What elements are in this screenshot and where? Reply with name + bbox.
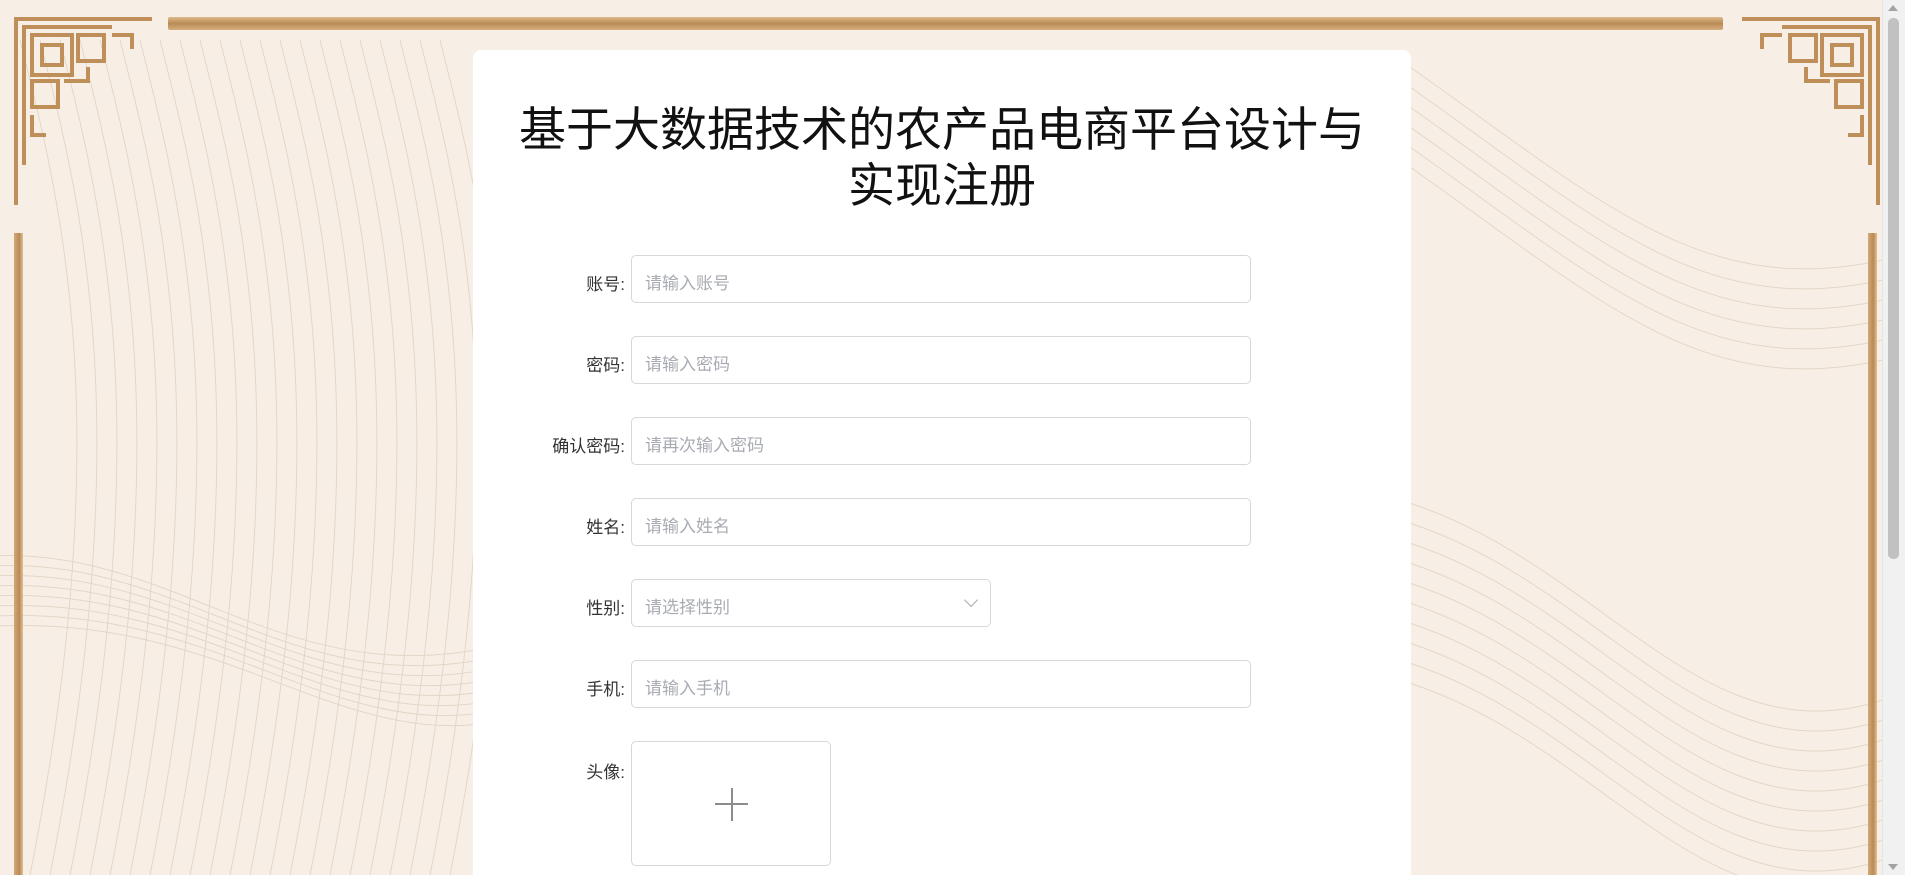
form-row-account: 账号: 请输入账号 bbox=[473, 255, 1411, 305]
avatar-label: 头像: bbox=[586, 763, 625, 782]
page-title: 基于大数据技术的农产品电商平台设计与实现注册 bbox=[519, 103, 1365, 212]
form-row-password: 密码: 请输入密码 bbox=[473, 336, 1411, 386]
name-placeholder: 请输入姓名 bbox=[645, 517, 730, 536]
confirm-password-label: 确认密码: bbox=[552, 437, 625, 456]
name-input[interactable]: 请输入姓名 bbox=[631, 498, 1251, 546]
form-row-avatar: 头像: bbox=[473, 741, 1411, 871]
plus-icon-vertical bbox=[730, 788, 733, 821]
chinese-fret-corner-icon bbox=[1742, 17, 1880, 205]
chinese-fret-corner-icon bbox=[14, 17, 152, 205]
password-input[interactable]: 请输入密码 bbox=[631, 336, 1251, 384]
decorative-top-border bbox=[168, 17, 1723, 30]
decorative-left-border bbox=[14, 233, 23, 875]
phone-placeholder: 请输入手机 bbox=[645, 679, 730, 698]
avatar-upload-button[interactable] bbox=[631, 741, 831, 866]
confirm-password-input[interactable]: 请再次输入密码 bbox=[631, 417, 1251, 465]
scroll-up-icon[interactable] bbox=[1888, 5, 1898, 11]
phone-label: 手机: bbox=[586, 680, 625, 699]
form-row-phone: 手机: 请输入手机 bbox=[473, 660, 1411, 710]
phone-input[interactable]: 请输入手机 bbox=[631, 660, 1251, 708]
password-placeholder: 请输入密码 bbox=[645, 355, 730, 374]
password-label: 密码: bbox=[586, 356, 625, 375]
form-row-confirm-password: 确认密码: 请再次输入密码 bbox=[473, 417, 1411, 467]
vertical-scrollbar[interactable] bbox=[1882, 0, 1905, 875]
confirm-password-placeholder: 请再次输入密码 bbox=[645, 436, 764, 455]
gender-placeholder: 请选择性别 bbox=[645, 598, 730, 617]
account-label: 账号: bbox=[586, 275, 625, 294]
account-input[interactable]: 请输入账号 bbox=[631, 255, 1251, 303]
chevron-down-icon bbox=[963, 592, 979, 608]
form-row-gender: 性别: 请选择性别 bbox=[473, 579, 1411, 629]
account-placeholder: 请输入账号 bbox=[645, 274, 730, 293]
register-card: 基于大数据技术的农产品电商平台设计与实现注册 账号: 请输入账号 密码: 请输入… bbox=[473, 50, 1411, 875]
gender-label: 性别: bbox=[586, 599, 625, 618]
name-label: 姓名: bbox=[586, 518, 625, 537]
form-row-name: 姓名: 请输入姓名 bbox=[473, 498, 1411, 548]
gender-select[interactable]: 请选择性别 bbox=[631, 579, 991, 627]
decorative-right-border bbox=[1868, 233, 1877, 875]
scrollbar-thumb[interactable] bbox=[1888, 18, 1899, 559]
scroll-down-icon[interactable] bbox=[1888, 864, 1898, 870]
